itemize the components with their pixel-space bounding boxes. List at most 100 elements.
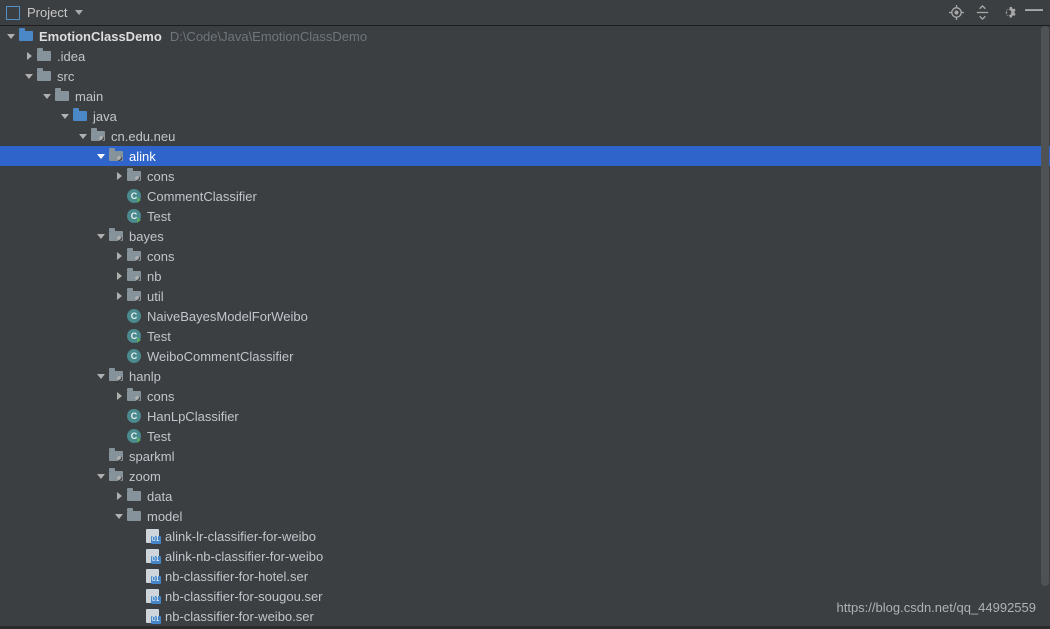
expand-arrow[interactable] — [96, 474, 106, 479]
tree-row[interactable]: CHanLpClassifier — [0, 406, 1050, 426]
tree-node-label: util — [147, 289, 164, 304]
package-icon — [108, 228, 124, 244]
tree-row[interactable]: bayes — [0, 226, 1050, 246]
expand-arrow[interactable] — [24, 52, 34, 60]
tree-row[interactable]: data — [0, 486, 1050, 506]
package-icon — [126, 388, 142, 404]
package-icon — [126, 248, 142, 264]
expand-arrow[interactable] — [114, 392, 124, 400]
package-icon — [108, 368, 124, 384]
tree-row[interactable]: EmotionClassDemoD:\Code\Java\EmotionClas… — [0, 26, 1050, 46]
expand-arrow[interactable] — [114, 492, 124, 500]
project-title: Project — [27, 5, 67, 20]
tree-row[interactable]: sparkml — [0, 446, 1050, 466]
scrollbar[interactable] — [1040, 26, 1050, 616]
tree-node-label: cons — [147, 249, 174, 264]
expand-arrow[interactable] — [78, 134, 88, 139]
tree-row[interactable]: cons — [0, 166, 1050, 186]
tree-row[interactable]: src — [0, 66, 1050, 86]
class-icon: C — [126, 308, 142, 324]
tree-node-label: alink — [129, 149, 156, 164]
tree-row[interactable]: main — [0, 86, 1050, 106]
tree-row[interactable]: CTest — [0, 326, 1050, 346]
runnable-class-icon: C — [126, 428, 142, 444]
package-icon — [126, 268, 142, 284]
project-tree[interactable]: EmotionClassDemoD:\Code\Java\EmotionClas… — [0, 26, 1050, 626]
tree-node-label: EmotionClassDemo — [39, 29, 162, 44]
folder-icon — [126, 488, 142, 504]
expand-arrow[interactable] — [60, 114, 70, 119]
folder-icon — [36, 48, 52, 64]
expand-arrow[interactable] — [114, 292, 124, 300]
tree-row[interactable]: CCommentClassifier — [0, 186, 1050, 206]
tree-node-label: nb-classifier-for-weibo.ser — [165, 609, 314, 624]
tree-row[interactable]: cn.edu.neu — [0, 126, 1050, 146]
tree-node-label: bayes — [129, 229, 164, 244]
scrollbar-thumb[interactable] — [1041, 26, 1049, 586]
tree-node-label: sparkml — [129, 449, 175, 464]
expand-arrow[interactable] — [42, 94, 52, 99]
tree-row[interactable]: model — [0, 506, 1050, 526]
tree-row[interactable]: CNaiveBayesModelForWeibo — [0, 306, 1050, 326]
package-icon — [108, 148, 124, 164]
folder-icon — [126, 508, 142, 524]
expand-arrow[interactable] — [114, 172, 124, 180]
ser-file-icon — [144, 528, 160, 544]
expand-arrow[interactable] — [24, 74, 34, 79]
expand-arrow[interactable] — [96, 374, 106, 379]
ser-file-icon — [144, 568, 160, 584]
tree-row[interactable]: C Test — [0, 206, 1050, 226]
expand-arrow[interactable] — [114, 514, 124, 519]
ser-file-icon — [144, 548, 160, 564]
tree-node-label: main — [75, 89, 103, 104]
package-icon — [90, 128, 106, 144]
runnable-class-icon: C — [126, 208, 142, 224]
tree-row[interactable]: alink-nb-classifier-for-weibo — [0, 546, 1050, 566]
locate-icon[interactable] — [946, 3, 966, 23]
tree-row[interactable]: alink — [0, 146, 1050, 166]
gear-icon[interactable] — [998, 3, 1018, 23]
tree-row[interactable]: java — [0, 106, 1050, 126]
tree-node-label: nb-classifier-for-sougou.ser — [165, 589, 323, 604]
source-folder-icon — [72, 108, 88, 124]
tree-node-label: hanlp — [129, 369, 161, 384]
tree-node-label: model — [147, 509, 182, 524]
tree-node-label: data — [147, 489, 172, 504]
tree-row[interactable]: CWeiboCommentClassifier — [0, 346, 1050, 366]
tree-row[interactable]: nb — [0, 266, 1050, 286]
collapse-all-icon[interactable] — [972, 3, 992, 23]
tree-row[interactable]: zoom — [0, 466, 1050, 486]
tree-node-label: Test — [147, 209, 171, 224]
tree-node-label: WeiboCommentClassifier — [147, 349, 293, 364]
tree-row[interactable]: .idea — [0, 46, 1050, 66]
ser-file-icon — [144, 588, 160, 604]
chevron-down-icon — [75, 10, 83, 15]
tree-row[interactable]: cons — [0, 386, 1050, 406]
package-icon — [108, 448, 124, 464]
tree-row[interactable]: util — [0, 286, 1050, 306]
tree-node-label: CommentClassifier — [147, 189, 257, 204]
folder-icon — [54, 88, 70, 104]
tree-row[interactable]: alink-lr-classifier-for-weibo — [0, 526, 1050, 546]
tree-node-label: java — [93, 109, 117, 124]
tree-row[interactable]: nb-classifier-for-hotel.ser — [0, 566, 1050, 586]
watermark: https://blog.csdn.net/qq_44992559 — [837, 600, 1037, 615]
runnable-class-icon: C — [126, 328, 142, 344]
expand-arrow[interactable] — [114, 252, 124, 260]
hide-icon[interactable]: — — [1024, 3, 1044, 23]
tree-row[interactable]: hanlp — [0, 366, 1050, 386]
expand-arrow[interactable] — [6, 34, 16, 39]
class-icon: C — [126, 408, 142, 424]
tree-row[interactable]: C Test — [0, 426, 1050, 446]
tree-node-label: alink-nb-classifier-for-weibo — [165, 549, 323, 564]
tree-node-label: nb-classifier-for-hotel.ser — [165, 569, 308, 584]
tree-node-label: alink-lr-classifier-for-weibo — [165, 529, 316, 544]
tree-node-label: zoom — [129, 469, 161, 484]
expand-arrow[interactable] — [96, 154, 106, 159]
project-view-selector[interactable]: Project — [6, 5, 83, 20]
tree-row[interactable]: cons — [0, 246, 1050, 266]
tree-node-label: Test — [147, 429, 171, 444]
expand-arrow[interactable] — [96, 234, 106, 239]
tree-node-label: .idea — [57, 49, 85, 64]
expand-arrow[interactable] — [114, 272, 124, 280]
